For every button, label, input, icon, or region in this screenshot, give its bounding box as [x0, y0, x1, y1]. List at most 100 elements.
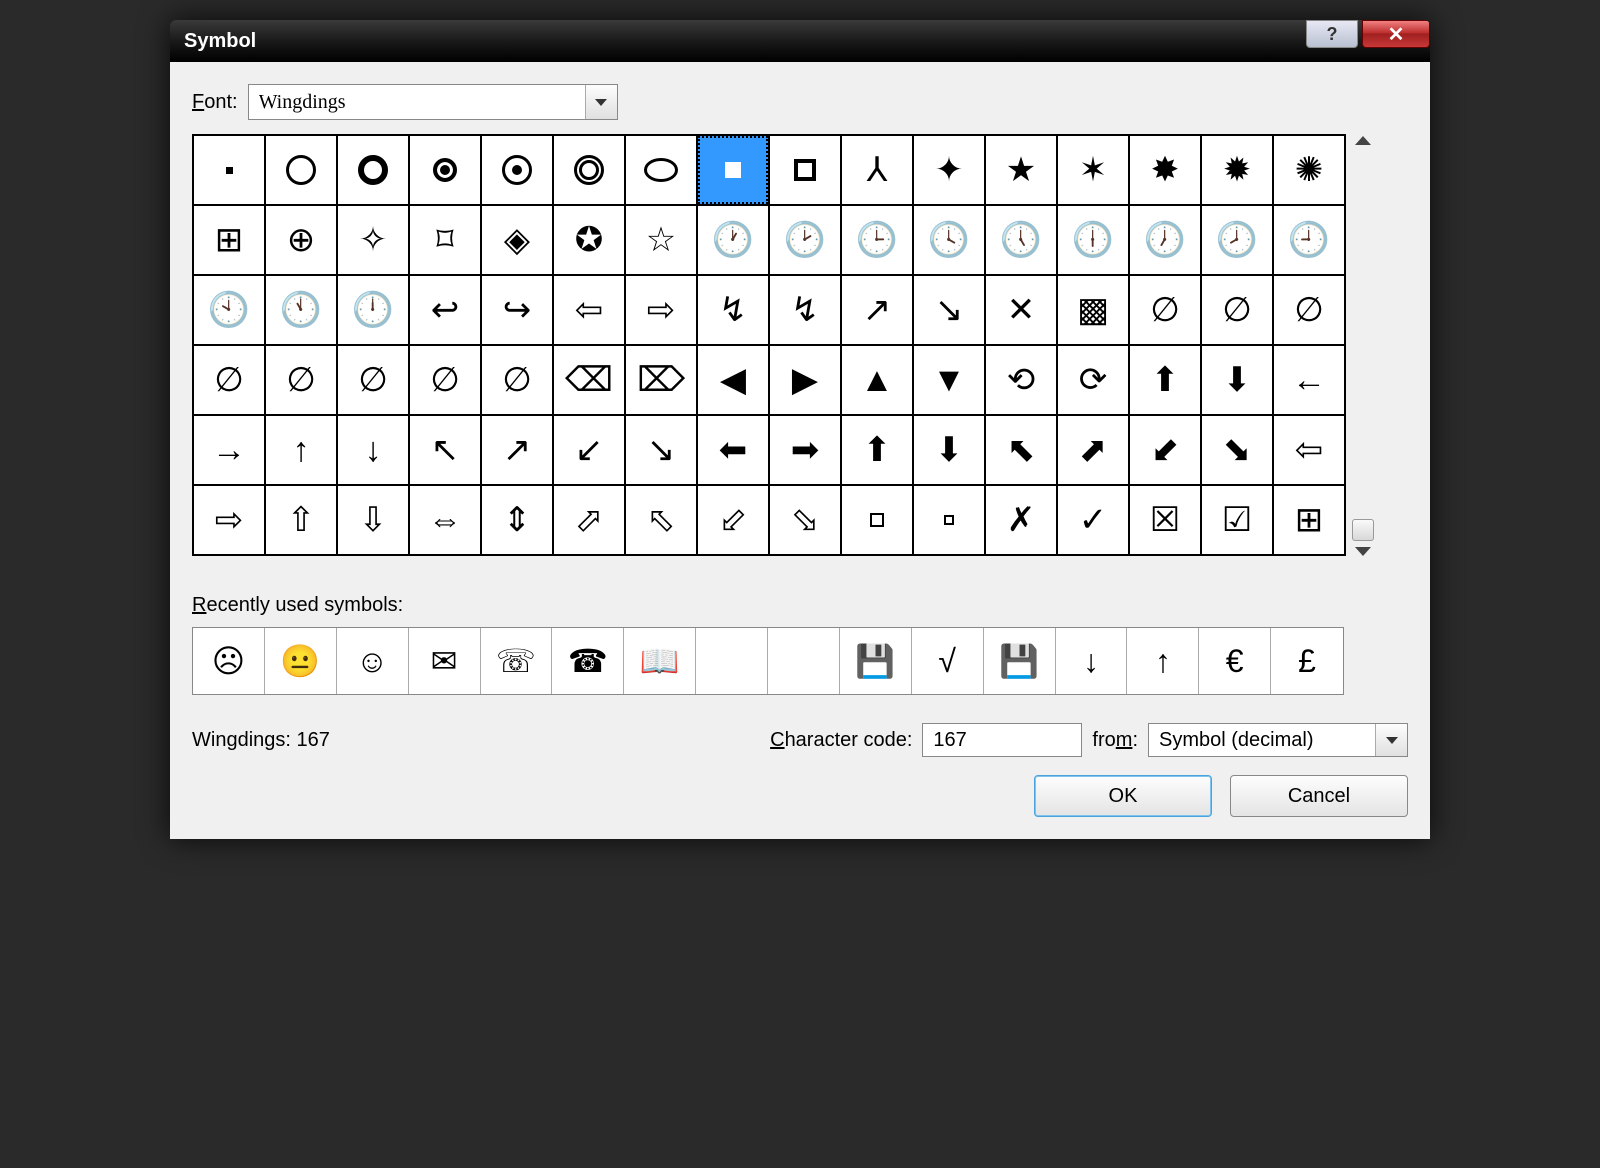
- recent-cell-face-sad[interactable]: ☹: [193, 628, 265, 694]
- close-button[interactable]: ✕: [1362, 20, 1430, 48]
- from-combobox[interactable]: Symbol (decimal): [1148, 723, 1408, 757]
- symbol-cell-windows-logo[interactable]: ⊞: [1273, 485, 1345, 555]
- symbol-cell-arrow-curve-right[interactable]: ↪: [481, 275, 553, 345]
- symbol-cell-star-circle-black[interactable]: ✪: [553, 205, 625, 275]
- symbol-cell-arrow-sw-thin[interactable]: ↙: [553, 415, 625, 485]
- recent-cell-face-neutral[interactable]: 😐: [265, 628, 337, 694]
- symbol-cell-starburst-12[interactable]: ✹: [1201, 135, 1273, 205]
- symbol-cell-circle-thick[interactable]: [337, 135, 409, 205]
- symbol-cell-split-down[interactable]: ⬇: [1201, 345, 1273, 415]
- symbol-cell-box-x[interactable]: ☒: [1129, 485, 1201, 555]
- symbol-cell-arrow-ud-hollow[interactable]: ⇕: [481, 485, 553, 555]
- symbol-cell-rect-hollow-small[interactable]: [913, 485, 985, 555]
- symbol-cell-arrow-down-hollow[interactable]: ⇩: [337, 485, 409, 555]
- recent-grid[interactable]: ☹😐☺✉☏☎📖💾√💾↓↑€£: [192, 627, 1344, 695]
- symbol-cell-clock-5[interactable]: 🕔: [985, 205, 1057, 275]
- recent-cell-telephone[interactable]: ☎: [552, 628, 624, 694]
- symbol-cell-arrow-right-bold[interactable]: ➡: [769, 415, 841, 485]
- symbol-cell-swirl-7[interactable]: ∅: [409, 345, 481, 415]
- symbol-cell-clock-8[interactable]: 🕗: [1201, 205, 1273, 275]
- recent-cell-euro[interactable]: €: [1199, 628, 1271, 694]
- symbol-cell-circle-dot[interactable]: [481, 135, 553, 205]
- recent-cell-phone-circle[interactable]: ☏: [481, 628, 553, 694]
- scroll-down-icon[interactable]: [1355, 547, 1371, 556]
- recent-cell-blank-2[interactable]: [768, 628, 840, 694]
- symbol-cell-split-up[interactable]: ⬆: [1129, 345, 1201, 415]
- symbol-cell-target[interactable]: [553, 135, 625, 205]
- symbol-cell-pointer-right[interactable]: ▶: [769, 345, 841, 415]
- symbol-cell-square-plus[interactable]: ⊞: [193, 205, 265, 275]
- symbol-cell-arrow-nw-thin[interactable]: ↖: [409, 415, 481, 485]
- symbol-cell-arrow-down-thin[interactable]: ↓: [337, 415, 409, 485]
- symbol-cell-swirl-4[interactable]: ∅: [193, 345, 265, 415]
- recent-cell-floppy[interactable]: 💾: [984, 628, 1056, 694]
- symbol-cell-clock-9[interactable]: 🕘: [1273, 205, 1345, 275]
- symbol-cell-arrow-circle-lr[interactable]: ⟲: [985, 345, 1057, 415]
- symbol-cell-tripod[interactable]: ⅄: [841, 135, 913, 205]
- symbol-cell-arrow-left-hollow[interactable]: ⇦: [1273, 415, 1345, 485]
- symbol-cell-clock-2[interactable]: 🕑: [769, 205, 841, 275]
- symbol-cell-arrow-right-thin[interactable]: →: [193, 415, 265, 485]
- ok-button[interactable]: OK: [1034, 775, 1212, 817]
- symbol-cell-swirl-3[interactable]: ∅: [1273, 275, 1345, 345]
- symbol-cell-clock-3[interactable]: 🕒: [841, 205, 913, 275]
- symbol-cell-sparkle-4[interactable]: ✧: [337, 205, 409, 275]
- scrollbar[interactable]: [1346, 134, 1376, 558]
- symbol-cell-circle-filled[interactable]: [409, 135, 481, 205]
- symbol-cell-starburst-outline[interactable]: ✺: [1273, 135, 1345, 205]
- symbol-cell-leaf-4[interactable]: ✕: [985, 275, 1057, 345]
- symbol-cell-swirl-6[interactable]: ∅: [337, 345, 409, 415]
- symbol-cell-pointer-left[interactable]: ◀: [697, 345, 769, 415]
- symbol-cell-leaf-4-black[interactable]: ▩: [1057, 275, 1129, 345]
- symbol-cell-crosshair[interactable]: ⊕: [265, 205, 337, 275]
- font-combobox[interactable]: [248, 84, 618, 120]
- scroll-up-icon[interactable]: [1355, 136, 1371, 145]
- symbol-cell-arrow-ne-thin[interactable]: ↗: [481, 415, 553, 485]
- symbol-cell-arrow-up-hollow[interactable]: ⇧: [265, 485, 337, 555]
- symbol-cell-starburst-8[interactable]: ✸: [1129, 135, 1201, 205]
- symbol-cell-dot[interactable]: [193, 135, 265, 205]
- symbol-cell-star-6[interactable]: ✶: [1057, 135, 1129, 205]
- symbol-cell-arrow-nw-bold[interactable]: ⬉: [985, 415, 1057, 485]
- symbol-cell-check-mark[interactable]: ✓: [1057, 485, 1129, 555]
- symbol-cell-x-mark[interactable]: ✗: [985, 485, 1057, 555]
- recent-cell-face-happy[interactable]: ☺: [337, 628, 409, 694]
- symbol-cell-arrow-curve-left[interactable]: ↩: [409, 275, 481, 345]
- symbol-cell-arrow-zig-down[interactable]: ↘: [913, 275, 985, 345]
- scroll-thumb[interactable]: [1352, 519, 1374, 541]
- recent-cell-radical[interactable]: √: [912, 628, 984, 694]
- recent-cell-pound[interactable]: £: [1271, 628, 1343, 694]
- symbol-cell-diamond-question[interactable]: ◈: [481, 205, 553, 275]
- symbol-cell-arrow-zig-left[interactable]: ↯: [697, 275, 769, 345]
- symbol-cell-arrow-left-bold[interactable]: ⬅: [697, 415, 769, 485]
- symbol-cell-hex-x-outline[interactable]: ⌫: [553, 345, 625, 415]
- symbol-cell-frame-corners[interactable]: ⌑: [409, 205, 481, 275]
- symbol-cell-swirl-2[interactable]: ∅: [1201, 275, 1273, 345]
- symbol-cell-arrow-up-thin[interactable]: ↑: [265, 415, 337, 485]
- recent-cell-open-book[interactable]: 📖: [624, 628, 696, 694]
- symbol-cell-arrow-sw-bold[interactable]: ⬋: [1129, 415, 1201, 485]
- symbol-cell-square-outline[interactable]: [769, 135, 841, 205]
- symbol-cell-arrow-zig-right[interactable]: ↯: [769, 275, 841, 345]
- cancel-button[interactable]: Cancel: [1230, 775, 1408, 817]
- symbol-cell-box-check[interactable]: ☑: [1201, 485, 1273, 555]
- symbol-cell-arrow-nw-hollow[interactable]: ⬁: [625, 485, 697, 555]
- symbol-cell-star-outline[interactable]: ☆: [625, 205, 697, 275]
- symbol-cell-arrow-lr-hollow[interactable]: ⇔: [409, 485, 481, 555]
- symbol-cell-arrow-ne-bold[interactable]: ⬈: [1057, 415, 1129, 485]
- symbol-cell-pointer-up[interactable]: ▲: [841, 345, 913, 415]
- recent-cell-arrow-up[interactable]: ↑: [1127, 628, 1199, 694]
- symbol-cell-clock-11[interactable]: 🕚: [265, 275, 337, 345]
- symbol-cell-arrow-ribbon-right[interactable]: ⇨: [625, 275, 697, 345]
- symbol-cell-arrow-se-bold[interactable]: ⬊: [1201, 415, 1273, 485]
- symbol-cell-arrow-sw-hollow[interactable]: ⬃: [697, 485, 769, 555]
- symbol-cell-pointer-down[interactable]: ▼: [913, 345, 985, 415]
- symbol-cell-arrow-ribbon-left[interactable]: ⇦: [553, 275, 625, 345]
- recent-cell-envelope[interactable]: ✉: [409, 628, 481, 694]
- symbol-cell-arrow-right-hollow[interactable]: ⇨: [193, 485, 265, 555]
- symbol-cell-plus-sparkle[interactable]: ✦: [913, 135, 985, 205]
- symbol-cell-arrow-se-thin[interactable]: ↘: [625, 415, 697, 485]
- symbol-cell-clock-6[interactable]: 🕕: [1057, 205, 1129, 275]
- symbol-cell-swirl-1[interactable]: ∅: [1129, 275, 1201, 345]
- recent-cell-arrow-down[interactable]: ↓: [1056, 628, 1128, 694]
